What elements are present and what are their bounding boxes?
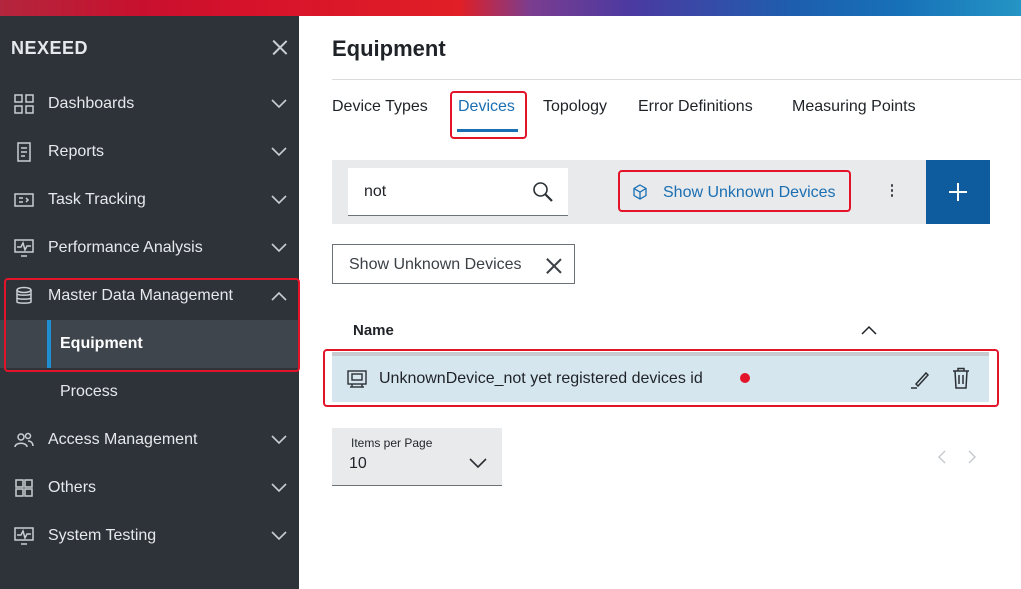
add-device-button[interactable] xyxy=(926,160,990,224)
performance-icon xyxy=(14,239,34,257)
show-unknown-devices-button[interactable]: Show Unknown Devices xyxy=(626,176,844,208)
chevron-down-icon[interactable] xyxy=(271,483,287,493)
chevron-down-icon[interactable] xyxy=(271,99,287,109)
filter-chip-label: Show Unknown Devices xyxy=(349,256,522,273)
items-per-page-select[interactable]: Items per Page 10 xyxy=(332,428,502,486)
sidebar-item-access-management[interactable]: Access Management xyxy=(0,416,299,464)
tab-device-types[interactable]: Device Types xyxy=(332,98,428,116)
column-header-name[interactable]: Name xyxy=(353,322,394,339)
search-icon[interactable] xyxy=(532,181,554,203)
sidebar-item-reports[interactable]: Reports xyxy=(0,128,299,176)
close-icon[interactable] xyxy=(545,257,563,275)
sidebar-item-others[interactable]: Others xyxy=(0,464,299,512)
users-icon xyxy=(14,432,34,448)
chevron-down-icon[interactable] xyxy=(271,243,287,253)
sidebar-item-task-tracking[interactable]: Task Tracking xyxy=(0,176,299,224)
sidebar-item-label: Access Management xyxy=(48,431,198,448)
device-icon xyxy=(347,370,367,388)
sidebar-subitem-label: Process xyxy=(60,383,118,400)
chevron-left-icon[interactable] xyxy=(937,450,947,464)
chevron-down-icon xyxy=(469,458,487,468)
sidebar-item-master-data-management[interactable]: Master Data Management xyxy=(0,272,299,320)
edit-icon[interactable] xyxy=(910,368,932,390)
cube-icon xyxy=(633,184,647,200)
main-content: Equipment Device Types Devices Topology … xyxy=(299,16,1021,589)
tab-devices[interactable]: Devices xyxy=(458,98,515,116)
brand-logo: NEXEED xyxy=(11,38,89,58)
trash-icon[interactable] xyxy=(952,367,970,389)
sidebar-item-label: Performance Analysis xyxy=(48,239,203,256)
items-per-page-label: Items per Page xyxy=(351,436,433,450)
table-row[interactable]: UnknownDevice_not yet registered devices… xyxy=(332,356,989,402)
active-tab-indicator xyxy=(457,129,518,132)
dashboard-icon xyxy=(14,94,34,114)
tab-error-definitions[interactable]: Error Definitions xyxy=(638,98,753,116)
monitor-icon xyxy=(14,527,34,545)
chevron-down-icon[interactable] xyxy=(271,435,287,445)
widgets-icon xyxy=(15,479,33,497)
tab-topology[interactable]: Topology xyxy=(543,98,607,116)
sidebar-subitem-process[interactable]: Process xyxy=(0,368,299,416)
filter-chip: Show Unknown Devices xyxy=(332,244,575,284)
close-icon[interactable] xyxy=(270,38,290,58)
sidebar-item-label: System Testing xyxy=(48,527,157,544)
items-per-page-value: 10 xyxy=(349,455,367,472)
sort-ascending-icon[interactable] xyxy=(861,325,877,335)
chevron-down-icon[interactable] xyxy=(271,195,287,205)
sidebar: NEXEED Dashboards Reports Task Tracking … xyxy=(0,16,300,589)
database-icon xyxy=(16,286,32,304)
sidebar-subitem-equipment[interactable]: Equipment xyxy=(0,320,299,368)
chevron-up-icon[interactable] xyxy=(271,291,287,301)
sidebar-item-dashboards[interactable]: Dashboards xyxy=(0,80,299,128)
chevron-down-icon[interactable] xyxy=(271,147,287,157)
sidebar-item-label: Dashboards xyxy=(48,95,135,112)
brand-strip xyxy=(0,0,1021,16)
page-title: Equipment xyxy=(332,36,446,61)
show-unknown-devices-label: Show Unknown Devices xyxy=(663,184,836,201)
tab-measuring-points[interactable]: Measuring Points xyxy=(792,98,916,116)
divider xyxy=(332,79,1021,80)
sidebar-item-label: Others xyxy=(48,479,97,496)
sidebar-item-label: Reports xyxy=(48,143,105,160)
chevron-down-icon[interactable] xyxy=(271,531,287,541)
task-tracking-icon xyxy=(14,193,34,207)
chevron-right-icon[interactable] xyxy=(967,450,977,464)
device-name: UnknownDevice_not yet registered devices… xyxy=(379,370,703,387)
search-input[interactable]: not xyxy=(348,168,568,216)
report-icon xyxy=(17,142,31,162)
sidebar-item-label: Task Tracking xyxy=(48,191,146,208)
status-dot xyxy=(740,373,750,383)
more-options-icon[interactable] xyxy=(889,184,895,200)
sidebar-item-system-testing[interactable]: System Testing xyxy=(0,512,299,560)
sidebar-item-label: Master Data Management xyxy=(48,287,233,304)
sidebar-subitem-label: Equipment xyxy=(60,335,143,352)
search-input-value: not xyxy=(364,183,387,200)
sidebar-item-performance-analysis[interactable]: Performance Analysis xyxy=(0,224,299,272)
